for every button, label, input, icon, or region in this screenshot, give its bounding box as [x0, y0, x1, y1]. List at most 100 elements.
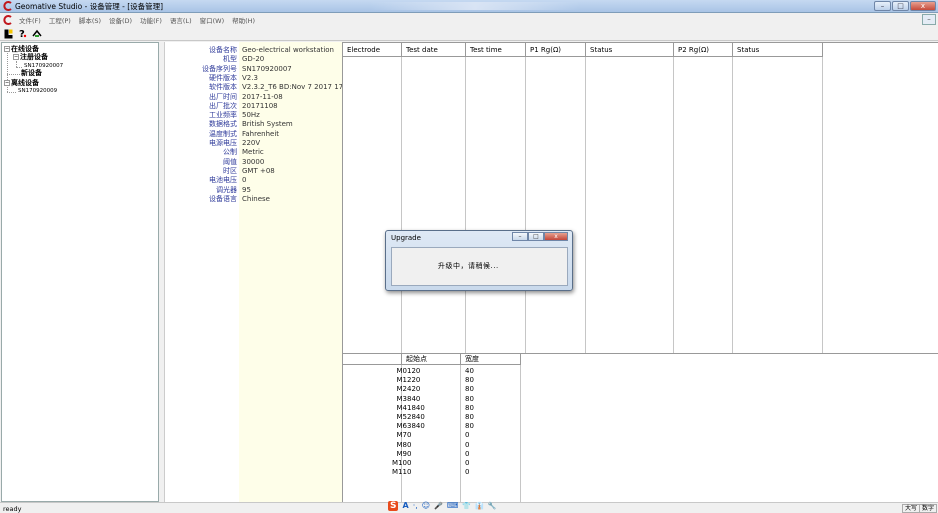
property-row[interactable]: 公制 Metric — [165, 148, 343, 157]
table-row[interactable]: M4 1840 80 — [343, 404, 938, 413]
property-row[interactable]: 温度制式 Fahrenheit — [165, 130, 343, 139]
row-label: M1 — [396, 376, 408, 385]
menu-window[interactable]: 窗口(W) — [196, 15, 229, 25]
property-value: 50Hz — [242, 111, 260, 120]
col-header-test-time[interactable]: Test time — [466, 43, 526, 57]
table-row[interactable]: M6 3840 80 — [343, 422, 938, 431]
up-button[interactable] — [31, 28, 42, 39]
ime-mode-icon[interactable]: A — [402, 501, 408, 511]
property-value: V2.3.2_T6 BD:Nov 7 2017 17 — [242, 83, 342, 92]
menu-help[interactable]: 帮助(H) — [228, 15, 259, 25]
col-header-width[interactable]: 宽度 — [461, 354, 521, 365]
property-row[interactable]: 阈值 30000 — [165, 158, 343, 167]
start-point-cell: 0 — [407, 468, 412, 477]
width-cell: 80 — [465, 403, 474, 412]
col-header-p2-rg[interactable]: P2 Rg(Ω) — [674, 43, 733, 57]
punctuation-icon[interactable]: ·, — [413, 501, 418, 511]
property-value: 220V — [242, 139, 261, 147]
start-point-cell: 420 — [407, 385, 421, 394]
col-header-electrode[interactable]: Electrode — [343, 43, 402, 57]
maximize-button[interactable]: □ — [892, 1, 909, 11]
start-point-cell: 2840 — [407, 413, 425, 421]
menu-language[interactable]: 语言(L) — [166, 15, 196, 25]
col-header-status-1[interactable]: Status — [586, 43, 674, 57]
ime-toolbar: S A ·, ☺ 🎤 ⌨ 👕 👔 🔧 — [388, 499, 497, 513]
grid-column-line — [585, 57, 586, 353]
property-row[interactable]: 时区 GMT +08 — [165, 167, 343, 176]
menu-file[interactable]: 文件(F) — [15, 15, 45, 25]
table-row[interactable]: M1 220 80 — [343, 376, 938, 385]
table-row[interactable]: M10 0 0 — [343, 459, 938, 468]
tree-node-offline[interactable]: − 离线设备 — [4, 80, 39, 87]
tree-label-registered: 注册设备 — [20, 53, 48, 61]
table-row[interactable]: M5 2840 80 — [343, 413, 938, 422]
property-key: 工业频率 — [209, 111, 237, 120]
property-value: V2.3 — [242, 73, 258, 82]
help-icon: ? — [19, 29, 27, 39]
property-row[interactable]: 设备名称 Geo-electrical workstation — [165, 46, 343, 55]
property-key: 机型 — [223, 55, 237, 64]
minimize-button[interactable]: – — [874, 1, 891, 11]
mdi-minimize-button[interactable]: – — [922, 14, 936, 25]
collapse-icon[interactable]: − — [13, 54, 19, 60]
tree-node-new[interactable]: 新设备 — [21, 70, 42, 77]
property-row[interactable]: 设备语言 Chinese — [165, 195, 343, 204]
microphone-icon[interactable]: 🎤 — [434, 501, 443, 511]
table-row[interactable]: M9 0 0 — [343, 450, 938, 459]
col-header-p1-rg[interactable]: P1 Rg(Ω) — [526, 43, 586, 57]
property-row[interactable]: 出厂批次 20171108 — [165, 102, 343, 111]
width-cell: 0 — [465, 468, 470, 477]
property-row[interactable]: 电池电压 0 — [165, 176, 343, 185]
col-header-test-date[interactable]: Test date — [402, 43, 466, 57]
property-value: 20171108 — [242, 101, 278, 110]
property-key: 数据格式 — [209, 120, 237, 129]
menu-script[interactable]: 脚本(S) — [75, 15, 105, 25]
start-point-cell: 3840 — [407, 422, 425, 431]
property-row[interactable]: 数据格式 British System — [165, 120, 343, 129]
skin-icon[interactable]: 👕 — [462, 501, 471, 511]
property-row[interactable]: 软件版本 V2.3.2_T6 BD:Nov 7 2017 17 — [165, 83, 343, 92]
emoji-icon[interactable]: ☺ — [422, 501, 430, 511]
ime-logo-icon[interactable]: S — [388, 501, 399, 511]
property-row[interactable]: 出厂时间 2017-11-08 — [165, 93, 343, 102]
help-button[interactable]: ? — [17, 28, 28, 39]
table-row[interactable]: M8 0 0 — [343, 441, 938, 450]
menu-project[interactable]: 工程(P) — [45, 15, 75, 25]
tree-node-device-sn170920009[interactable]: SN170920009 — [18, 88, 57, 95]
col-header-status-2[interactable]: Status — [733, 43, 823, 57]
property-row[interactable]: 调光器 95 — [165, 186, 343, 195]
property-row[interactable]: 设备序列号 SN170920007 — [165, 65, 343, 74]
dialog-minimize-button[interactable]: – — [512, 232, 528, 241]
new-document-button[interactable] — [3, 28, 14, 39]
close-button[interactable]: x — [910, 1, 936, 11]
col-header-start-point[interactable]: 起始点 — [402, 354, 461, 365]
property-row[interactable]: 机型 GD-20 — [165, 55, 343, 64]
shirt-icon[interactable]: 👔 — [475, 501, 484, 511]
property-row[interactable]: 电源电压 220V — [165, 139, 343, 148]
status-text: ready — [3, 505, 22, 513]
col-header-label — [343, 354, 402, 365]
table-row[interactable]: M11 0 0 — [343, 468, 938, 477]
tree-node-online[interactable]: − 在线设备 — [4, 46, 39, 53]
collapse-icon[interactable]: − — [4, 46, 10, 52]
table-row[interactable]: M7 0 0 — [343, 431, 938, 440]
collapse-icon[interactable]: − — [4, 80, 10, 86]
mdi-document-icon[interactable] — [3, 15, 13, 25]
tree-node-registered[interactable]: − 注册设备 — [13, 54, 48, 61]
width-cell: 40 — [465, 367, 474, 375]
property-row[interactable]: 硬件版本 V2.3 — [165, 74, 343, 83]
dialog-close-button[interactable]: x — [544, 232, 568, 241]
table-row[interactable]: M0 120 40 — [343, 367, 938, 376]
property-value: Fahrenheit — [242, 129, 280, 138]
menu-device[interactable]: 设备(D) — [105, 15, 136, 25]
dialog-maximize-button[interactable]: □ — [528, 232, 544, 241]
table-row[interactable]: M3 840 80 — [343, 395, 938, 404]
keyboard-icon[interactable]: ⌨ — [447, 501, 459, 511]
settings-wrench-icon[interactable]: 🔧 — [488, 501, 497, 511]
property-value: GD-20 — [242, 55, 265, 64]
property-key: 设备名称 — [209, 46, 237, 54]
property-row[interactable]: 工业频率 50Hz — [165, 111, 343, 120]
table-row[interactable]: M2 420 80 — [343, 385, 938, 394]
menu-function[interactable]: 功能(F) — [136, 15, 166, 25]
property-value: 0 — [242, 176, 247, 185]
